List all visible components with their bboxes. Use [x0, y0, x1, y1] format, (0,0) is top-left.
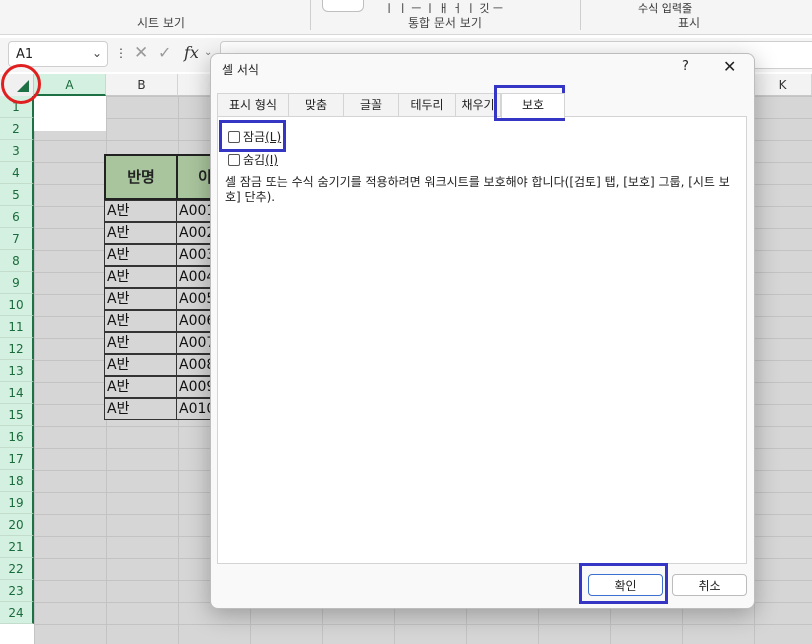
dialog-title: 셀 서식 [222, 63, 259, 77]
help-icon[interactable]: ? [682, 59, 689, 74]
chevron-down-icon[interactable]: ⌄ [92, 46, 102, 60]
table-cell-class[interactable]: A반 [104, 266, 178, 288]
row-header-17[interactable]: 17 [0, 448, 34, 470]
table-header-class[interactable]: 반명 [104, 154, 178, 200]
row-header-21[interactable]: 21 [0, 536, 34, 558]
more-options-icon[interactable]: ⋮ [115, 46, 127, 60]
hidden-label[interactable]: 숨김(I) [243, 151, 278, 168]
highlight-ok-button [579, 563, 668, 604]
hidden-text: 숨김 [243, 153, 266, 167]
row-header-5[interactable]: 5 [0, 184, 34, 206]
row-header-22[interactable]: 22 [0, 558, 34, 580]
group-workbook-view-label: 통합 문서 보기 [408, 16, 482, 30]
row-header-14[interactable]: 14 [0, 382, 34, 404]
name-box-value: A1 [16, 47, 34, 62]
tab-alignment[interactable]: 맞춤 [288, 93, 344, 117]
tab-border[interactable]: 테두리 [398, 93, 456, 117]
table-cell-class[interactable]: A반 [104, 200, 178, 222]
excel-window: ㅣ ㅣ ㅡ ㅣ ㅐ ㅓ ㅣ 깃 ㅡ 수식 입력줄 시트 보기 통합 문서 보기 … [0, 0, 812, 644]
row-header-23[interactable]: 23 [0, 580, 34, 602]
dialog-tabs: 표시 형식 맞춤 글꼴 테두리 채우기 보호 [217, 93, 749, 118]
row-header-11[interactable]: 11 [0, 316, 34, 338]
row-header-12[interactable]: 12 [0, 338, 34, 360]
group-show-label: 표시 [678, 16, 701, 30]
row-header-16[interactable]: 16 [0, 426, 34, 448]
hidden-accesskey: (I) [265, 153, 278, 167]
row-header-10[interactable]: 10 [0, 294, 34, 316]
insert-function-icon[interactable]: fx [184, 43, 199, 62]
table-cell-class[interactable]: A반 [104, 398, 178, 420]
format-cells-dialog: 셀 서식 ? ✕ 표시 형식 맞춤 글꼴 테두리 채우기 보호 잠금(L) 숨김… [210, 53, 755, 609]
column-header-a[interactable]: A [34, 74, 106, 96]
cancel-button[interactable]: 취소 [672, 574, 747, 596]
close-icon[interactable]: ✕ [723, 57, 736, 76]
table-cell-class[interactable]: A반 [104, 354, 178, 376]
row-header-7[interactable]: 7 [0, 228, 34, 250]
row-header-15[interactable]: 15 [0, 404, 34, 426]
active-cell[interactable] [34, 96, 106, 131]
tab-number-format[interactable]: 표시 형식 [217, 93, 289, 117]
table-cell-class[interactable]: A반 [104, 310, 178, 332]
row-header-9[interactable]: 9 [0, 272, 34, 294]
table-cell-class[interactable]: A반 [104, 222, 178, 244]
table-cell-class[interactable]: A반 [104, 332, 178, 354]
group-separator [580, 0, 581, 30]
row-header-13[interactable]: 13 [0, 360, 34, 382]
group-separator [310, 0, 311, 30]
protection-description: 셀 잠금 또는 수식 숨기기를 적용하려면 워크시트를 보호해야 합니다([검토… [225, 175, 730, 204]
group-sheet-view-label: 시트 보기 [137, 16, 185, 30]
row-header-20[interactable]: 20 [0, 514, 34, 536]
annotation-red-circle [1, 64, 41, 104]
protection-panel: 잠금(L) 숨김(I) 셀 잠금 또는 수식 숨기기를 적용하려면 워크시트를 … [217, 116, 747, 564]
row-header-19[interactable]: 19 [0, 492, 34, 514]
row-header-3[interactable]: 3 [0, 140, 34, 162]
row-header-4[interactable]: 4 [0, 162, 34, 184]
row-header-8[interactable]: 8 [0, 250, 34, 272]
ribbon: ㅣ ㅣ ㅡ ㅣ ㅐ ㅓ ㅣ 깃 ㅡ 수식 입력줄 시트 보기 통합 문서 보기 … [0, 0, 812, 35]
highlight-locked-checkbox [219, 120, 286, 152]
tab-font[interactable]: 글꼴 [343, 93, 399, 117]
tab-protection[interactable]: 보호 [501, 93, 565, 118]
name-box[interactable]: A1 ⌄ [8, 41, 108, 67]
row-header-18[interactable]: 18 [0, 470, 34, 492]
table-cell-class[interactable]: A반 [104, 288, 178, 310]
enter-check-icon[interactable]: ✓ [158, 43, 171, 62]
column-header-k[interactable]: K [754, 74, 812, 96]
row-header-6[interactable]: 6 [0, 206, 34, 228]
row-header-2[interactable]: 2 [0, 118, 34, 140]
ribbon-button[interactable] [322, 0, 364, 12]
hidden-checkbox[interactable] [228, 154, 240, 166]
column-header-b[interactable]: B [106, 74, 178, 96]
table-cell-class[interactable]: A반 [104, 376, 178, 398]
table-cell-class[interactable]: A반 [104, 244, 178, 266]
row-header-24[interactable]: 24 [0, 602, 34, 624]
cancel-icon[interactable]: ✕ [134, 43, 148, 63]
